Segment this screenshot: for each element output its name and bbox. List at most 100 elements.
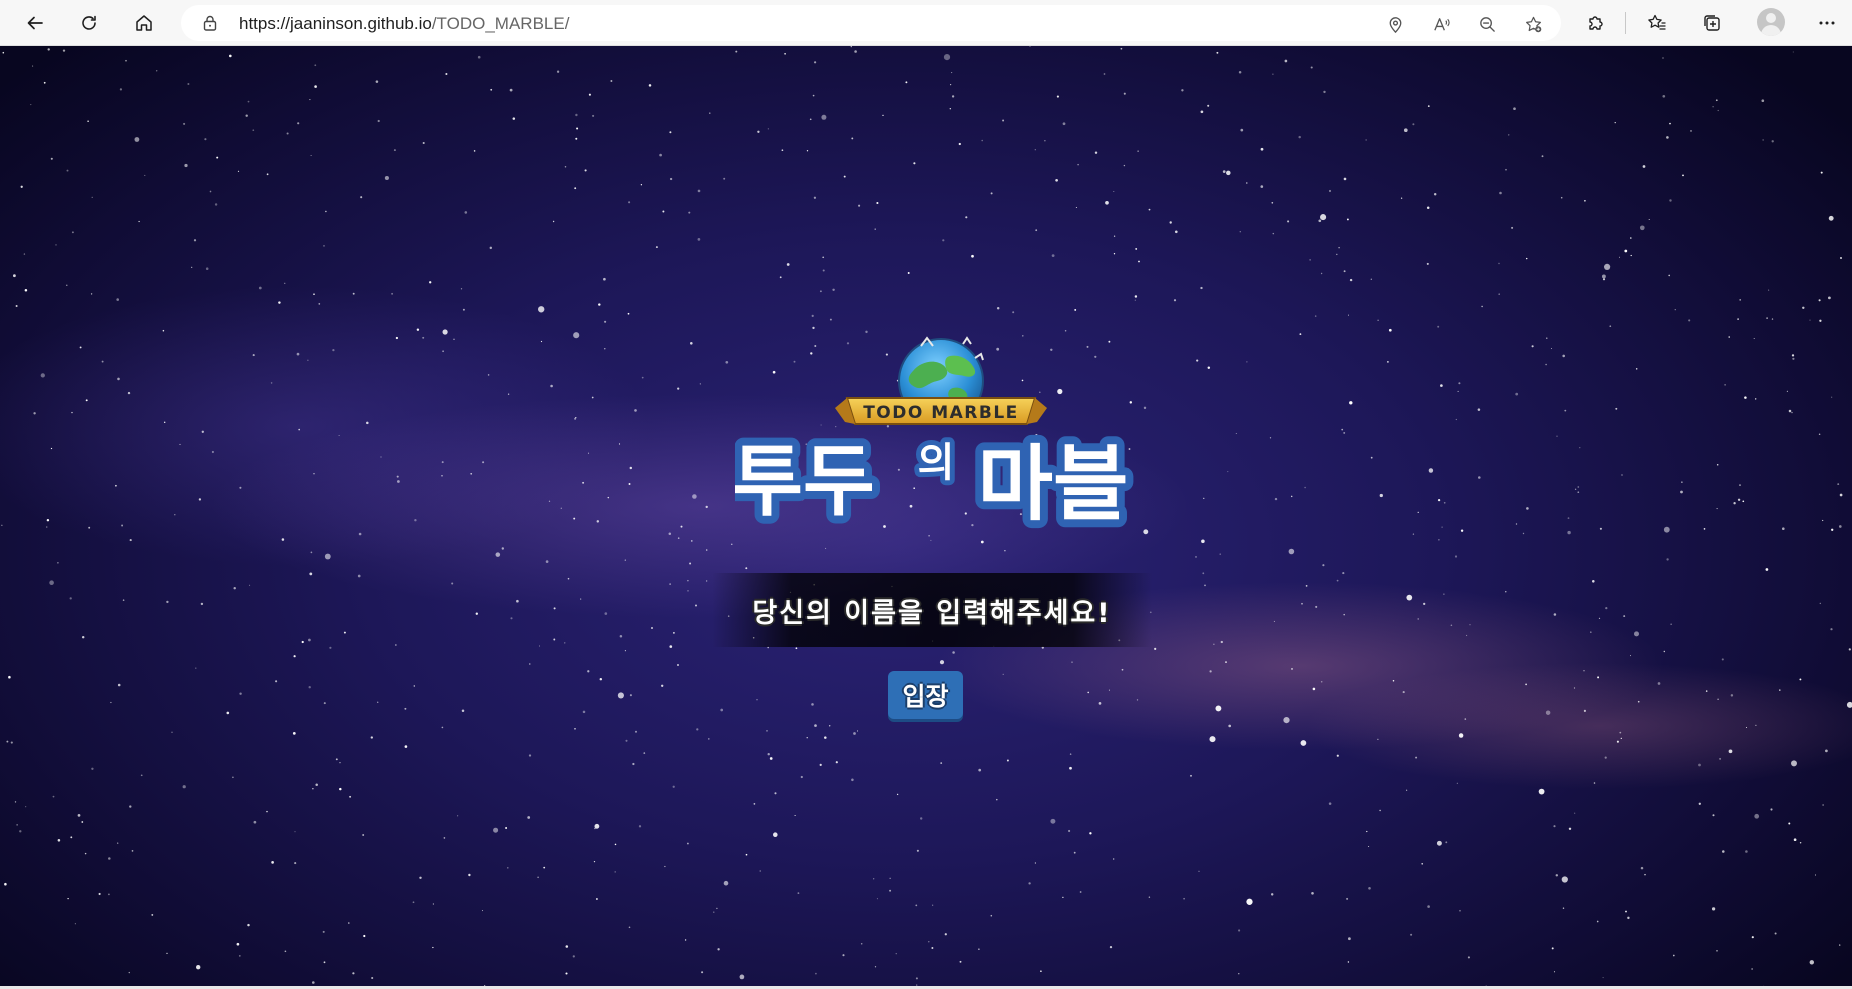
star: [553, 638, 556, 641]
star: [1663, 526, 1670, 533]
favorites-button[interactable]: [1642, 8, 1672, 38]
star: [1437, 325, 1440, 328]
star: [1240, 128, 1244, 132]
star: [1246, 182, 1248, 184]
star: [278, 301, 281, 304]
star: [699, 383, 701, 385]
lock-icon[interactable]: [201, 14, 219, 32]
star: [66, 169, 69, 172]
star: [821, 114, 827, 120]
star: [650, 626, 654, 630]
zoom-out-icon: [1479, 16, 1495, 32]
star: [297, 122, 300, 125]
star: [573, 517, 576, 520]
star: [315, 783, 318, 787]
refresh-button[interactable]: [73, 7, 105, 39]
star: [247, 923, 250, 927]
star: [362, 834, 365, 836]
star: [931, 947, 934, 949]
star: [1831, 528, 1834, 531]
star: [1299, 333, 1302, 336]
read-aloud-button[interactable]: [1431, 14, 1451, 34]
star: [1791, 354, 1795, 357]
add-favorite-button[interactable]: [1523, 14, 1543, 34]
star: [1505, 168, 1507, 171]
star: [2, 51, 5, 54]
star: [1753, 338, 1755, 339]
star: [932, 904, 934, 906]
star: [85, 399, 88, 402]
star: [574, 187, 577, 190]
settings-menu-button[interactable]: [1812, 8, 1842, 38]
extensions-button[interactable]: [1581, 8, 1611, 38]
zoom-button[interactable]: [1477, 14, 1497, 34]
star: [1320, 214, 1327, 221]
star: [1388, 328, 1392, 332]
star: [1343, 270, 1346, 273]
star: [1682, 174, 1684, 177]
star: [1745, 726, 1748, 729]
star: [441, 474, 443, 477]
star: [1387, 361, 1389, 363]
star: [414, 519, 417, 522]
star: [1818, 433, 1821, 436]
star: [1609, 325, 1612, 328]
star: [943, 53, 951, 61]
star: [1602, 977, 1604, 979]
address-bar[interactable]: https://jaaninson.github.io/TODO_MARBLE/: [181, 5, 1561, 41]
star: [482, 461, 485, 464]
star: [1314, 315, 1317, 317]
star: [1443, 593, 1445, 595]
logo-title-part1: 투두: [735, 437, 875, 527]
star: [800, 775, 803, 779]
star: [505, 827, 508, 829]
star: [1291, 667, 1293, 670]
star: [1754, 813, 1760, 819]
profile-avatar[interactable]: [1757, 8, 1785, 36]
star: [990, 914, 993, 917]
star: [537, 876, 539, 879]
star: [1123, 164, 1126, 167]
star: [380, 456, 382, 458]
star: [1272, 73, 1274, 75]
star: [553, 607, 556, 610]
star: [13, 274, 16, 278]
browser-toolbar: https://jaaninson.github.io/TODO_MARBLE/: [0, 0, 1852, 46]
star: [1838, 525, 1842, 528]
enter-button[interactable]: 입장: [888, 671, 963, 719]
star: [610, 80, 613, 82]
url-text[interactable]: https://jaaninson.github.io/TODO_MARBLE/: [239, 14, 569, 34]
star: [797, 892, 800, 894]
star: [1207, 366, 1211, 370]
star: [121, 524, 124, 527]
star: [819, 763, 822, 767]
star: [110, 701, 112, 704]
star: [1618, 256, 1621, 258]
star: [258, 286, 262, 290]
back-button[interactable]: [19, 7, 51, 39]
star: [1323, 90, 1326, 94]
star: [1681, 481, 1683, 483]
star: [1737, 498, 1741, 501]
logo-banner-text: TODO MARBLE: [863, 403, 1019, 423]
star: [163, 421, 166, 424]
star: [412, 901, 415, 904]
star: [1498, 262, 1500, 265]
star: [958, 142, 961, 146]
star: [786, 263, 790, 266]
star: [632, 762, 635, 766]
star: [876, 898, 878, 900]
collections-button[interactable]: [1697, 8, 1727, 38]
star: [281, 538, 285, 541]
star: [641, 376, 644, 379]
home-button[interactable]: [128, 7, 160, 39]
star: [1077, 163, 1079, 166]
location-icon-button[interactable]: [1385, 14, 1405, 34]
star: [266, 173, 269, 176]
star: [1181, 89, 1184, 92]
star: [1545, 363, 1547, 366]
star: [811, 314, 814, 317]
star: [1846, 701, 1852, 708]
star: [155, 70, 158, 72]
galaxy-background: TODO MARBLE 투두 투두 의 의 마블 마블 당신의 이름을 입력해주…: [0, 46, 1852, 989]
